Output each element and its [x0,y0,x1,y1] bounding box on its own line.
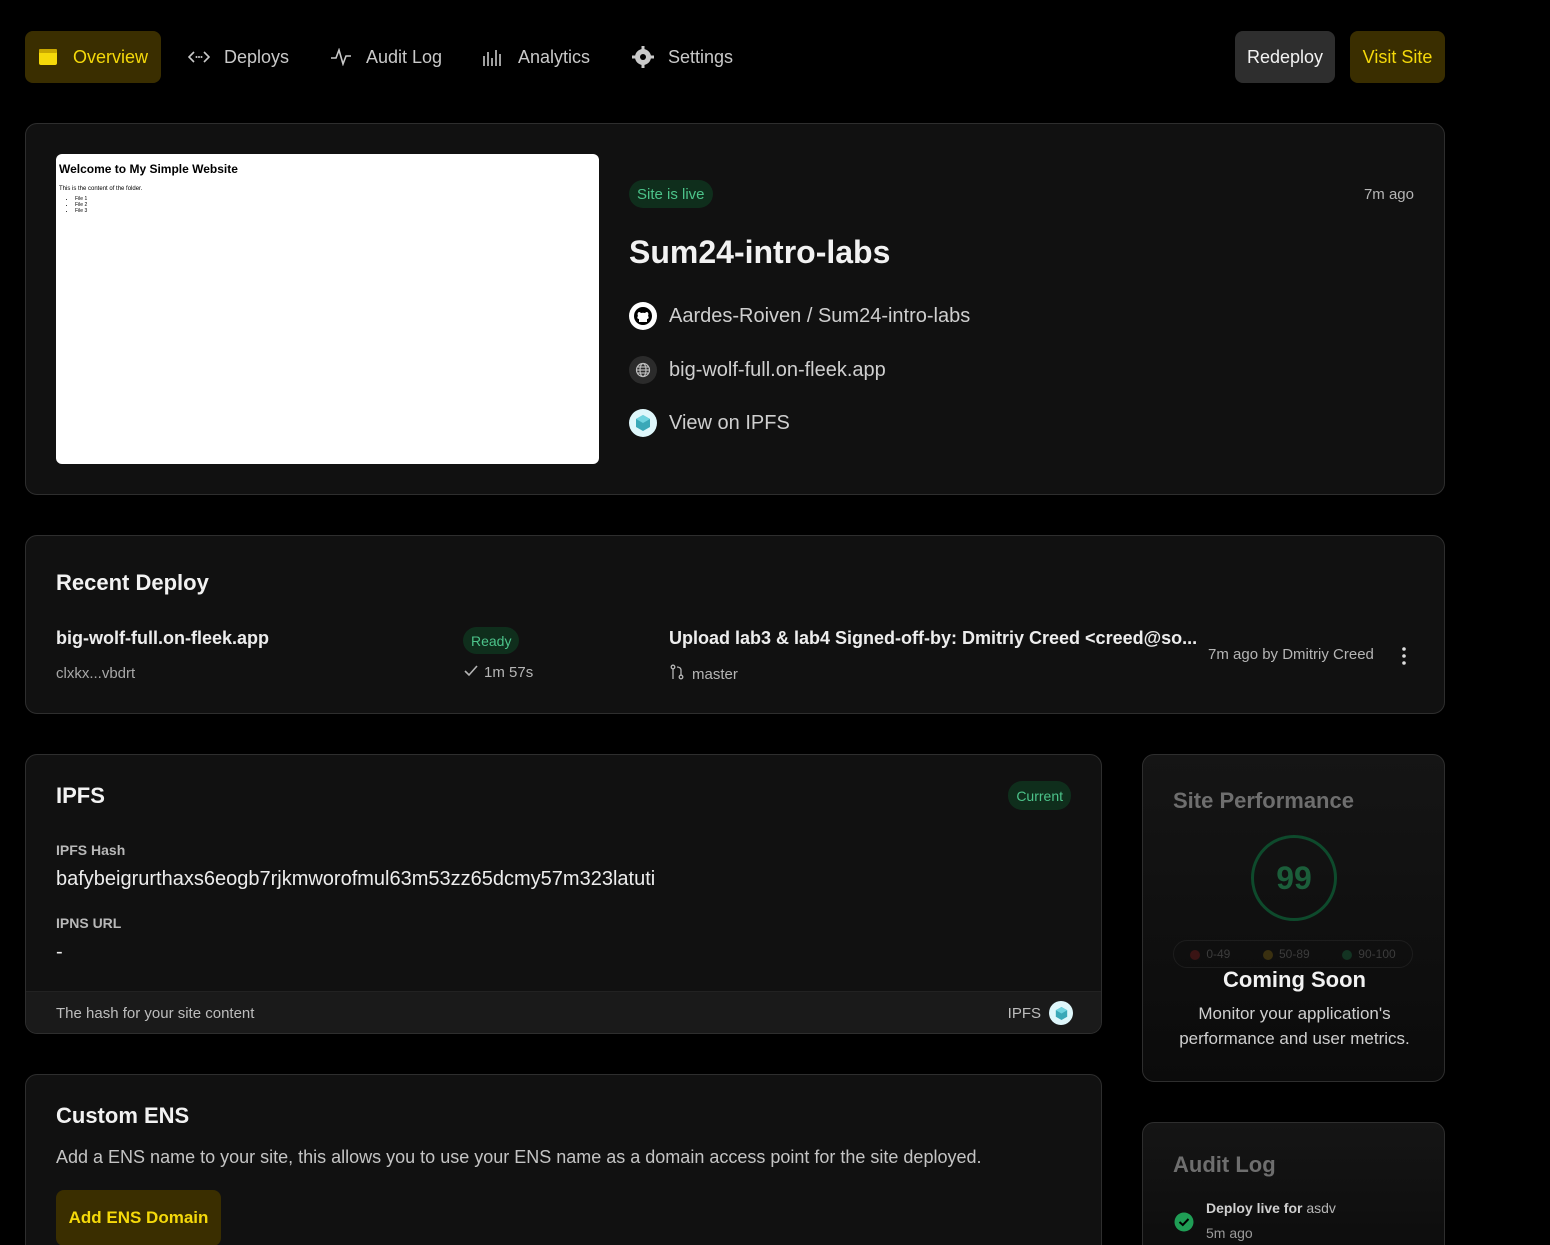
ens-title: Custom ENS [56,1103,190,1128]
ipfs-footer-text: The hash for your site content [56,1005,255,1022]
redeploy-button[interactable]: Redeploy [1235,31,1335,83]
github-icon [629,302,657,330]
audit-entry: Deploy live for asdv [1206,1200,1336,1216]
ipfs-hash-label: IPFS Hash [56,842,126,858]
gear-icon [632,46,654,68]
add-ens-domain-button[interactable]: Add ENS Domain [56,1190,221,1245]
activity-pulse-icon [330,46,352,68]
site-overview-card: Welcome to My Simple Website This is the… [25,123,1445,495]
deploy-duration-label: 1m 57s [484,664,534,681]
ipfs-cube-icon [1049,1001,1073,1025]
deploy-duration: 1m 57s [464,664,533,681]
ipfs-footer-label: IPFS [1007,1004,1041,1022]
top-nav: Overview Deploys Audit Log Analytics Set… [25,31,1445,83]
check-circle-icon [1174,1212,1194,1237]
globe-icon [629,356,657,384]
visit-site-button[interactable]: Visit Site [1350,31,1445,83]
preview-file-list: File 1 File 2 File 3 [59,196,596,214]
tab-audit-log-label: Audit Log [366,46,443,67]
ipfs-title: IPFS [56,783,105,808]
repo-label: Aardes-Roiven / Sum24-intro-labs [669,304,971,327]
recent-deploy-card: Recent Deploy big-wolf-full.on-fleek.app… [25,535,1445,714]
deploy-branch: master [670,664,738,684]
site-performance-card: Site Performance 99 0-49 50-89 90-100 Co… [1142,754,1445,1082]
legend-label: 90-100 [1358,947,1396,961]
site-updated-time: 7m ago [1363,186,1414,203]
recent-deploy-title: Recent Deploy [56,570,209,595]
site-live-badge: Site is live [629,180,713,208]
site-preview[interactable]: Welcome to My Simple Website This is the… [56,154,599,464]
legend-item-mid: 50-89 [1262,947,1310,961]
tab-overview-label: Overview [72,46,148,67]
performance-score: 99 [1276,859,1312,896]
performance-title: Site Performance [1173,788,1354,813]
tab-overview[interactable]: Overview [25,31,161,83]
legend-label: 0-49 [1206,947,1231,961]
legend-label: 50-89 [1278,947,1310,961]
performance-score-ring: 99 [1251,835,1337,921]
ipfs-footer-brand: IPFS [1008,1001,1073,1025]
deploy-id: clxkx...vbdrt [56,665,136,682]
red-dot-icon [1190,949,1201,960]
repo-link[interactable]: Aardes-Roiven / Sum24-intro-labs [629,302,970,330]
bars-icon [482,46,504,68]
audit-entry-target: asdv [1306,1200,1336,1216]
ipns-url-value: - [56,941,63,963]
preview-text: This is the content of the folder. [59,186,143,192]
deploy-meta: 7m ago by Dmitriy Creed [1208,646,1374,663]
audit-log-card: Audit Log Deploy live for asdv 5m ago [1142,1122,1445,1245]
git-branch-icon [670,664,684,684]
deploy-commit-message: Upload lab3 & lab4 Signed-off-by: Dmitri… [669,628,1198,648]
performance-legend: 0-49 50-89 90-100 [1173,940,1413,968]
ipfs-current-badge: Current [1008,781,1071,810]
check-icon [464,664,478,681]
deploy-status-badge: Ready [463,627,520,654]
ipfs-card: IPFS Current IPFS Hash bafybeigrurthaxs6… [25,754,1102,1034]
ipns-url-label: IPNS URL [56,915,122,931]
tab-analytics[interactable]: Analytics [482,31,590,83]
ipfs-card-footer: The hash for your site content IPFS [26,991,1101,1033]
coming-soon-heading: Coming Soon [1223,967,1366,992]
ipfs-cube-icon [629,409,657,437]
legend-item-high: 90-100 [1342,947,1396,961]
tab-settings-label: Settings [668,46,734,67]
ens-description: Add a ENS name to your site, this allows… [56,1147,982,1167]
tab-audit-log[interactable]: Audit Log [330,31,442,83]
legend-item-low: 0-49 [1190,947,1230,961]
tab-settings[interactable]: Settings [632,31,733,83]
tab-deploys[interactable]: Deploys [188,31,289,83]
view-ipfs-link[interactable]: View on IPFS [629,409,790,437]
preview-heading: Welcome to My Simple Website [59,162,238,176]
audit-entry-time: 5m ago [1206,1225,1253,1241]
preview-file: File 3 [75,208,596,214]
ipfs-hash-value[interactable]: bafybeigrurthaxs6eogb7rjkmworofmul63m53z… [56,868,655,891]
audit-entry-action: Deploy live for [1206,1200,1303,1216]
more-options-icon[interactable] [1396,644,1412,668]
custom-ens-card: Custom ENS Add a ENS name to your site, … [25,1074,1102,1245]
browser-window-icon [38,46,59,68]
deploy-branch-label: master [692,665,738,683]
tab-analytics-label: Analytics [518,46,591,67]
site-title: Sum24-intro-labs [629,234,891,270]
view-ipfs-label: View on IPFS [669,411,790,434]
tab-deploys-label: Deploys [224,46,290,67]
domain-link[interactable]: big-wolf-full.on-fleek.app [629,356,886,384]
green-dot-icon [1342,949,1353,960]
domain-label: big-wolf-full.on-fleek.app [669,358,886,381]
deploy-domain[interactable]: big-wolf-full.on-fleek.app [56,628,269,649]
code-arrows-icon [188,46,210,68]
yellow-dot-icon [1262,949,1273,960]
performance-description: Monitor your application's performance a… [1179,1004,1410,1048]
audit-log-title: Audit Log [1173,1152,1276,1177]
